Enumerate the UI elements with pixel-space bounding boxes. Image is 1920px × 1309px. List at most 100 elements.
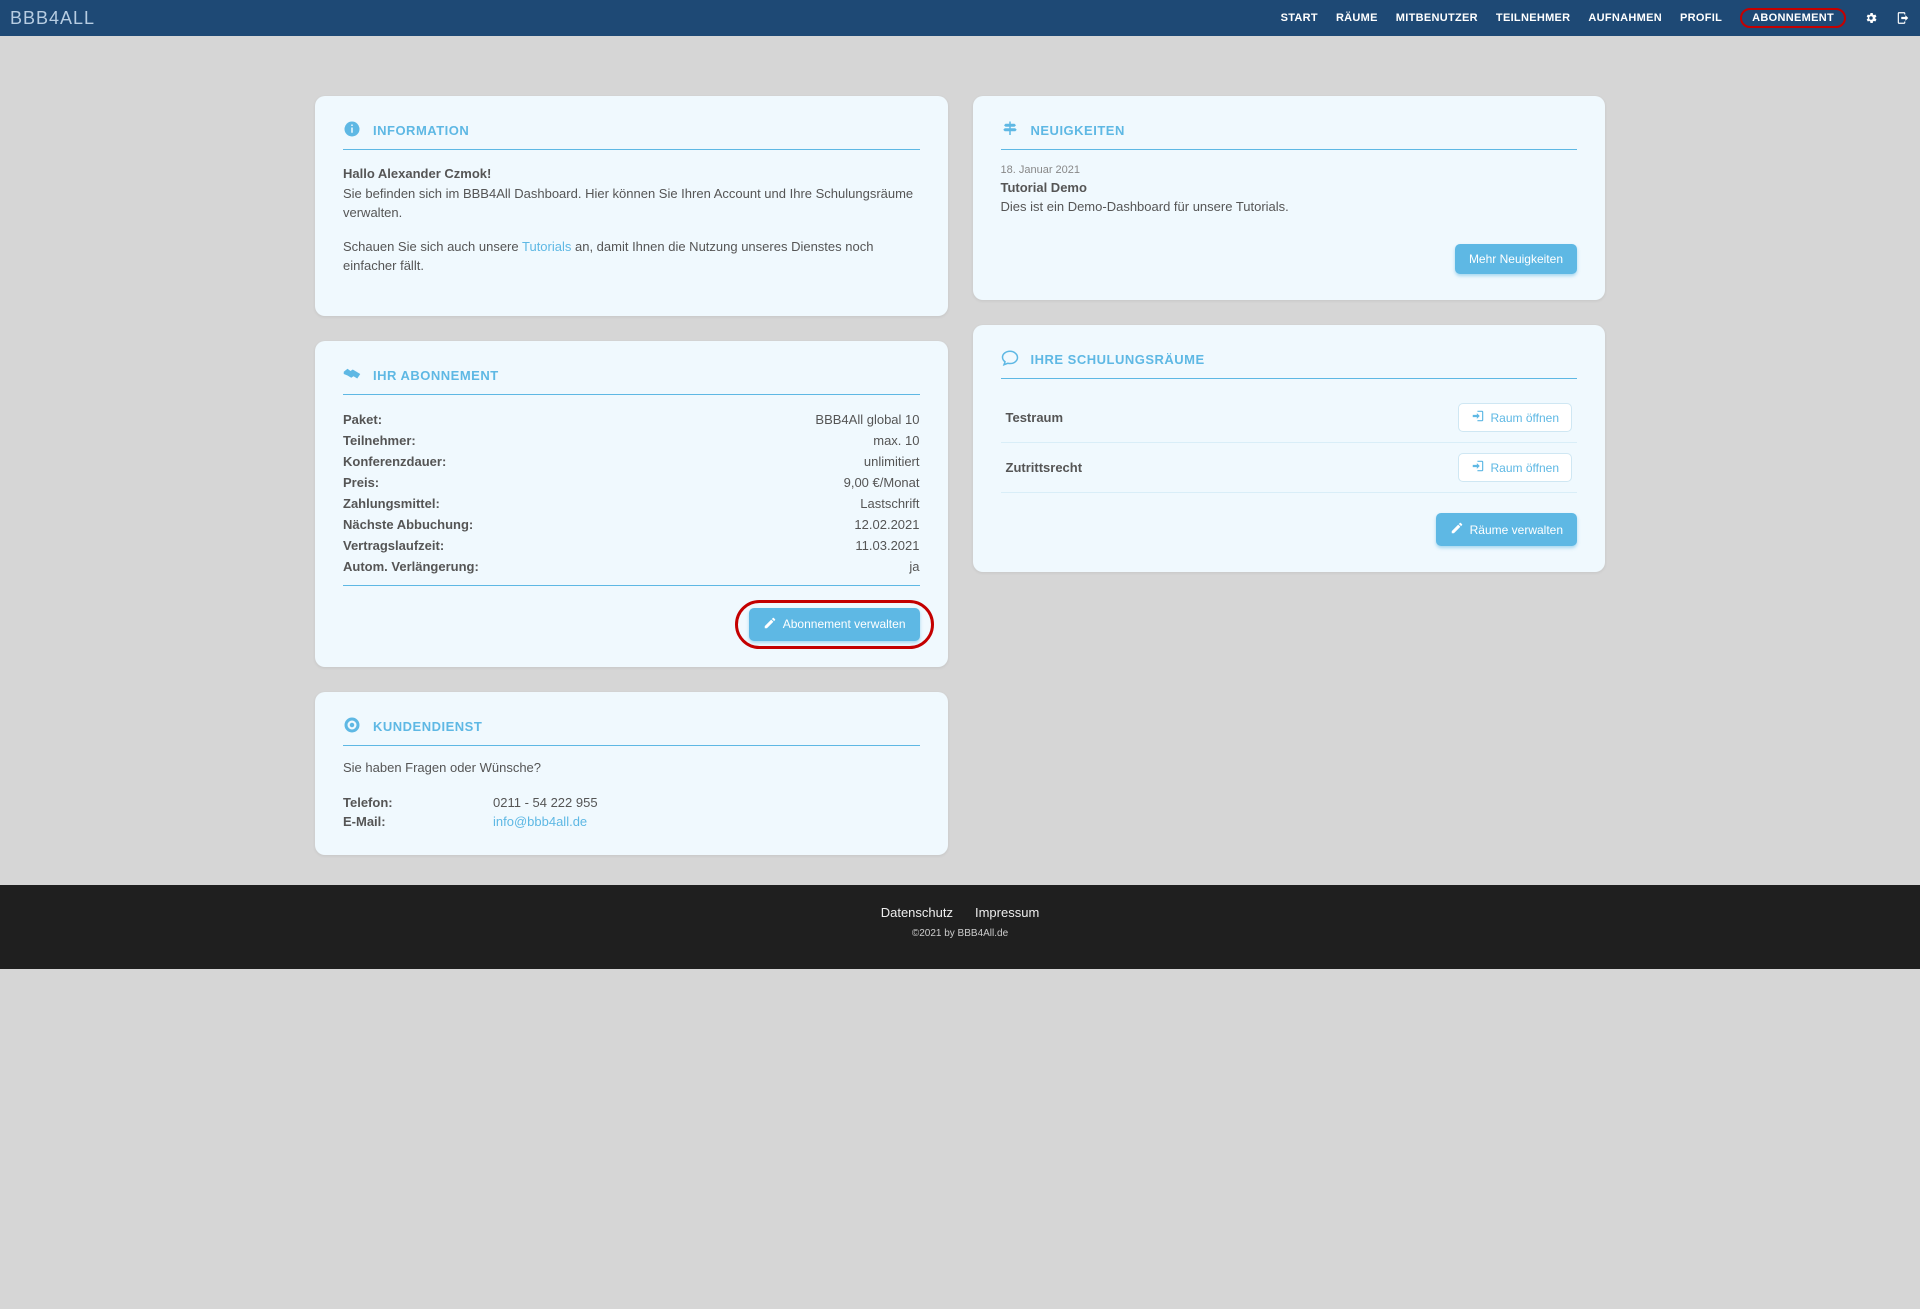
phone-value: 0211 - 54 222 955 <box>493 795 920 810</box>
button-label: Räume verwalten <box>1470 523 1563 537</box>
row-konferenzdauer: Konferenzdauer: unlimitiert <box>343 451 920 472</box>
value: max. 10 <box>873 433 919 448</box>
card-header-abonnement: IHR ABONNEMENT <box>343 365 920 395</box>
raeume-verwalten-button[interactable]: Räume verwalten <box>1436 513 1577 546</box>
tutorials-link[interactable]: Tutorials <box>522 239 571 254</box>
card-header-schulungsraeume: IHRE SCHULUNGSRÄUME <box>1001 349 1578 379</box>
email-link[interactable]: info@bbb4all.de <box>493 814 920 829</box>
footer-impressum[interactable]: Impressum <box>975 905 1039 920</box>
footer-links: Datenschutz Impressum <box>0 905 1920 920</box>
login-icon <box>1471 459 1485 476</box>
button-label: Mehr Neuigkeiten <box>1469 252 1563 266</box>
label: Zahlungsmittel: <box>343 496 440 511</box>
room-row-zutrittsrecht: Zutrittsrecht Raum öffnen <box>1001 443 1578 493</box>
card-title: IHRE SCHULUNGSRÄUME <box>1031 352 1205 367</box>
value: BBB4All global 10 <box>815 412 919 427</box>
room-row-testraum: Testraum Raum öffnen <box>1001 393 1578 443</box>
value: 11.03.2021 <box>855 538 919 553</box>
card-footer-neuigkeiten: Mehr Neuigkeiten <box>1001 244 1578 274</box>
nav-teilnehmer[interactable]: TEILNEHMER <box>1496 12 1571 24</box>
card-header-information: INFORMATION <box>343 120 920 150</box>
highlight-ring: Abonnement verwalten <box>749 608 920 641</box>
nav-raeume[interactable]: RÄUME <box>1336 12 1378 24</box>
value: 12.02.2021 <box>854 517 919 532</box>
brand-text: BBB4ALL <box>10 8 95 29</box>
footer-datenschutz[interactable]: Datenschutz <box>881 905 953 920</box>
room-name: Zutrittsrecht <box>1006 460 1083 475</box>
value: 9,00 €/Monat <box>844 475 920 490</box>
label: Preis: <box>343 475 379 490</box>
brand-logo[interactable]: BBB4ALL <box>10 8 95 29</box>
card-kundendienst: KUNDENDIENST Sie haben Fragen oder Wünsc… <box>315 692 948 855</box>
info-greeting: Hallo Alexander Czmok! <box>343 166 491 181</box>
login-icon <box>1471 409 1485 426</box>
label: Autom. Verlängerung: <box>343 559 479 574</box>
info-body: Hallo Alexander Czmok! Sie befinden sich… <box>343 164 920 276</box>
row-paket: Paket: BBB4All global 10 <box>343 409 920 430</box>
row-naechste-abbuchung: Nächste Abbuchung: 12.02.2021 <box>343 514 920 535</box>
news-text: Dies ist ein Demo-Dashboard für unsere T… <box>1001 199 1578 214</box>
card-title: IHR ABONNEMENT <box>373 368 499 383</box>
kundendienst-intro: Sie haben Fragen oder Wünsche? <box>343 760 920 775</box>
label: Paket: <box>343 412 382 427</box>
signpost-icon <box>1001 120 1019 141</box>
handshake-icon <box>343 365 361 386</box>
gear-icon[interactable] <box>1864 11 1878 25</box>
card-information: INFORMATION Hallo Alexander Czmok! Sie b… <box>315 96 948 316</box>
label: Vertragslaufzeit: <box>343 538 444 553</box>
mehr-neuigkeiten-button[interactable]: Mehr Neuigkeiten <box>1455 244 1577 274</box>
abonnement-verwalten-button[interactable]: Abonnement verwalten <box>749 608 920 641</box>
news-date: 18. Januar 2021 <box>1001 164 1578 176</box>
nav-start[interactable]: START <box>1281 12 1318 24</box>
card-footer-schulungsraeume: Räume verwalten <box>1001 513 1578 546</box>
abonnement-rows: Paket: BBB4All global 10 Teilnehmer: max. … <box>343 409 920 577</box>
row-teilnehmer: Teilnehmer: max. 10 <box>343 430 920 451</box>
button-label: Raum öffnen <box>1491 461 1560 475</box>
nav-right: START RÄUME MITBENUTZER TEILNEHMER AUFNA… <box>1281 8 1910 28</box>
card-header-kundendienst: KUNDENDIENST <box>343 716 920 746</box>
button-label: Raum öffnen <box>1491 411 1560 425</box>
info-line1: Sie befinden sich im BBB4All Dashboard. … <box>343 186 913 221</box>
navbar: BBB4ALL START RÄUME MITBENUTZER TEILNEHM… <box>0 0 1920 36</box>
room-name: Testraum <box>1006 410 1064 425</box>
value: Lastschrift <box>860 496 919 511</box>
left-column: INFORMATION Hallo Alexander Czmok! Sie b… <box>315 96 948 855</box>
card-neuigkeiten: NEUIGKEITEN 18. Januar 2021 Tutorial Dem… <box>973 96 1606 300</box>
row-vertragslaufzeit: Vertragslaufzeit: 11.03.2021 <box>343 535 920 556</box>
lifebuoy-icon <box>343 716 361 737</box>
card-schulungsraeume: IHRE SCHULUNGSRÄUME Testraum Raum öffnen… <box>973 325 1606 572</box>
pencil-icon <box>763 616 777 633</box>
row-preis: Preis: 9,00 €/Monat <box>343 472 920 493</box>
card-header-neuigkeiten: NEUIGKEITEN <box>1001 120 1578 150</box>
info-icon <box>343 120 361 141</box>
row-autom-verlaengerung: Autom. Verlängerung: ja <box>343 556 920 577</box>
nav-aufnahmen[interactable]: AUFNAHMEN <box>1588 12 1662 24</box>
dashboard-grid: INFORMATION Hallo Alexander Czmok! Sie b… <box>305 36 1615 885</box>
label: Konferenzdauer: <box>343 454 446 469</box>
card-title: KUNDENDIENST <box>373 719 482 734</box>
card-footer-abonnement: Abonnement verwalten <box>343 585 920 641</box>
pencil-icon <box>1450 521 1464 538</box>
row-zahlungsmittel: Zahlungsmittel: Lastschrift <box>343 493 920 514</box>
info-line2a: Schauen Sie sich auch unsere <box>343 239 522 254</box>
nav-abonnement[interactable]: ABONNEMENT <box>1740 8 1846 28</box>
footer-copyright: ©2021 by BBB4All.de <box>0 928 1920 939</box>
raum-oeffnen-button[interactable]: Raum öffnen <box>1458 453 1573 482</box>
right-column: NEUIGKEITEN 18. Januar 2021 Tutorial Dem… <box>973 96 1606 855</box>
footer: Datenschutz Impressum ©2021 by BBB4All.d… <box>0 885 1920 969</box>
nav-profil[interactable]: PROFIL <box>1680 12 1722 24</box>
logout-icon[interactable] <box>1896 11 1910 25</box>
speech-bubble-icon <box>1001 349 1019 370</box>
value: ja <box>909 559 919 574</box>
nav-mitbenutzer[interactable]: MITBENUTZER <box>1396 12 1478 24</box>
button-label: Abonnement verwalten <box>783 617 906 631</box>
card-title: NEUIGKEITEN <box>1031 123 1125 138</box>
raum-oeffnen-button[interactable]: Raum öffnen <box>1458 403 1573 432</box>
email-label: E-Mail: <box>343 814 493 829</box>
label: Nächste Abbuchung: <box>343 517 473 532</box>
news-title: Tutorial Demo <box>1001 180 1578 195</box>
card-title: INFORMATION <box>373 123 469 138</box>
value: unlimitiert <box>864 454 920 469</box>
label: Teilnehmer: <box>343 433 416 448</box>
phone-label: Telefon: <box>343 795 493 810</box>
